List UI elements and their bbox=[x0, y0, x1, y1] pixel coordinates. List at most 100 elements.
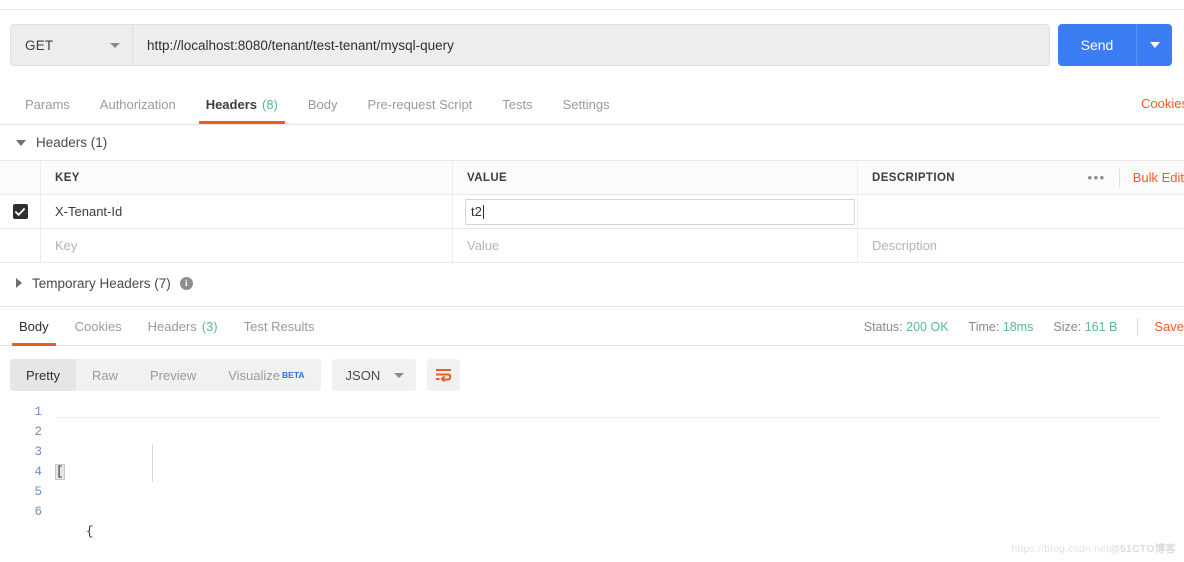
row-key-text: X-Tenant-Id bbox=[55, 204, 123, 219]
url-row: GET http://localhost:8080/tenant/test-te… bbox=[10, 24, 1050, 66]
line-number: 4 bbox=[34, 465, 42, 479]
send-button[interactable]: Send bbox=[1058, 24, 1136, 66]
tab-body[interactable]: Body bbox=[293, 84, 353, 124]
row-value-input[interactable]: t2 bbox=[465, 198, 855, 225]
line-number: 2 bbox=[34, 425, 42, 439]
size-badge: Size: 161 B bbox=[1053, 320, 1117, 334]
headers-collapse-toggle[interactable]: Headers (1) bbox=[0, 126, 1184, 159]
format-raw-button[interactable]: Raw bbox=[76, 359, 134, 391]
chevron-down-icon bbox=[110, 42, 120, 48]
size-value: 161 B bbox=[1084, 319, 1118, 334]
row-key-cell[interactable]: X-Tenant-Id bbox=[41, 195, 453, 228]
tab-label: Body bbox=[19, 318, 49, 334]
word-wrap-icon[interactable] bbox=[427, 359, 461, 391]
status-label: Status: bbox=[863, 319, 903, 334]
tab-pre-request-script[interactable]: Pre-request Script bbox=[353, 84, 488, 124]
indent-guide bbox=[152, 444, 153, 482]
format-visualize-button[interactable]: Visualize BETA bbox=[212, 359, 320, 391]
language-label: JSON bbox=[345, 367, 381, 383]
column-select-all bbox=[0, 161, 41, 194]
tab-settings[interactable]: Settings bbox=[548, 84, 625, 124]
column-header-key: KEY bbox=[41, 161, 453, 194]
send-group: Send bbox=[1058, 24, 1172, 66]
column-header-description: DESCRIPTION ••• Bulk Edit bbox=[858, 161, 1184, 194]
line-number-gutter: 1 2 3 4 5 6 bbox=[0, 402, 56, 562]
temporary-headers-label: Temporary Headers (7) bbox=[32, 275, 171, 291]
beta-badge: BETA bbox=[282, 370, 305, 380]
time-value: 18ms bbox=[1002, 319, 1034, 334]
line-number: 6 bbox=[34, 505, 42, 519]
row-checkbox-cell bbox=[0, 195, 41, 228]
status-badge: Status: 200 OK bbox=[864, 320, 949, 334]
tab-authorization[interactable]: Authorization bbox=[85, 84, 191, 124]
tab-tests[interactable]: Tests bbox=[487, 84, 547, 124]
tab-label: Headers bbox=[147, 318, 197, 334]
format-preview-button[interactable]: Preview bbox=[134, 359, 212, 391]
code-line-1: [ bbox=[55, 464, 65, 480]
bulk-edit-button[interactable]: Bulk Edit bbox=[1120, 170, 1184, 185]
tab-label: Params bbox=[25, 96, 70, 112]
response-tab-headers[interactable]: Headers (3) bbox=[135, 307, 231, 346]
cookies-link[interactable]: Cookies bbox=[1141, 96, 1184, 111]
status-value: 200 OK bbox=[906, 319, 949, 334]
new-description-input[interactable]: Description bbox=[858, 229, 1184, 262]
request-tabs: Params Authorization Headers (8) Body Pr… bbox=[0, 84, 1184, 125]
new-value-placeholder: Value bbox=[467, 238, 500, 253]
watermark: https://blog.csdn.net@51CTO博客 bbox=[1011, 541, 1176, 556]
format-pretty-button[interactable]: Pretty bbox=[10, 359, 76, 391]
tab-headers[interactable]: Headers (8) bbox=[191, 84, 293, 124]
new-key-placeholder: Key bbox=[55, 238, 78, 253]
code-editor: 1 2 3 4 5 6 [ { "id": 1, "name": "123123… bbox=[0, 398, 1184, 562]
line-number: 1 bbox=[34, 405, 42, 419]
language-dropdown[interactable]: JSON bbox=[331, 359, 417, 391]
column-header-value: VALUE bbox=[453, 161, 858, 194]
tab-label: Authorization bbox=[99, 96, 176, 112]
save-response-button[interactable]: Save bbox=[1154, 319, 1184, 334]
text-cursor bbox=[482, 204, 484, 219]
temporary-headers-toggle[interactable]: Temporary Headers (7) i bbox=[0, 266, 1184, 300]
url-input[interactable]: http://localhost:8080/tenant/test-tenant… bbox=[132, 24, 1050, 66]
headers-table: KEY VALUE DESCRIPTION ••• Bulk Edit X-Te… bbox=[0, 160, 1184, 263]
line-number: 3 bbox=[34, 445, 42, 459]
row-description-cell[interactable] bbox=[858, 195, 1184, 228]
watermark-url: https://blog.csdn.net bbox=[1011, 543, 1110, 555]
tab-count: (3) bbox=[201, 318, 218, 334]
response-tab-test-results[interactable]: Test Results bbox=[231, 307, 328, 346]
watermark-tag: @51CTO博客 bbox=[1109, 543, 1176, 555]
info-icon[interactable]: i bbox=[179, 276, 193, 290]
format-label: Visualize bbox=[228, 367, 281, 383]
tab-count: (8) bbox=[262, 96, 278, 112]
first-line-divider bbox=[56, 417, 1160, 418]
send-options-button[interactable] bbox=[1136, 24, 1172, 66]
format-label: Preview bbox=[149, 367, 197, 383]
format-label: Raw bbox=[91, 367, 118, 383]
triangle-right-icon bbox=[16, 278, 22, 288]
response-tab-body[interactable]: Body bbox=[6, 307, 62, 346]
format-segmented-control: Pretty Raw Preview Visualize BETA bbox=[10, 359, 321, 391]
code-lines: [ { "id": 1, "name": "123123!23t2" } ] bbox=[55, 402, 1184, 562]
row-checkbox-cell bbox=[0, 229, 41, 262]
tab-label: Headers bbox=[205, 96, 257, 112]
response-body-viewer[interactable]: 1 2 3 4 5 6 [ { "id": 1, "name": "123123… bbox=[0, 398, 1184, 562]
column-label: VALUE bbox=[467, 171, 508, 184]
tab-params[interactable]: Params bbox=[10, 84, 85, 124]
response-tabs-bar: Body Cookies Headers (3) Test Results St… bbox=[0, 306, 1184, 346]
tab-label: Pre-request Script bbox=[367, 96, 473, 112]
time-badge: Time: 18ms bbox=[969, 320, 1034, 334]
new-value-input[interactable]: Value bbox=[453, 229, 858, 262]
row-checkbox[interactable] bbox=[12, 204, 28, 219]
code-line-2: { bbox=[56, 525, 94, 539]
new-description-placeholder: Description bbox=[872, 238, 938, 253]
table-row-placeholder: Key Value Description bbox=[0, 229, 1184, 263]
http-method-dropdown[interactable]: GET bbox=[10, 24, 132, 66]
row-value-cell[interactable]: t2 bbox=[453, 195, 858, 228]
tab-label: Test Results bbox=[243, 318, 315, 334]
new-key-input[interactable]: Key bbox=[41, 229, 453, 262]
tab-label: Settings bbox=[562, 96, 610, 112]
more-options-icon[interactable]: ••• bbox=[1075, 171, 1119, 184]
response-meta: Status: 200 OK Time: 18ms Size: 161 B Sa… bbox=[844, 307, 1184, 346]
postman-request-response-view: GET http://localhost:8080/tenant/test-te… bbox=[0, 0, 1184, 562]
time-label: Time: bbox=[968, 319, 1000, 334]
response-format-toolbar: Pretty Raw Preview Visualize BETA JSON bbox=[0, 352, 1184, 398]
response-tab-cookies[interactable]: Cookies bbox=[62, 307, 135, 346]
